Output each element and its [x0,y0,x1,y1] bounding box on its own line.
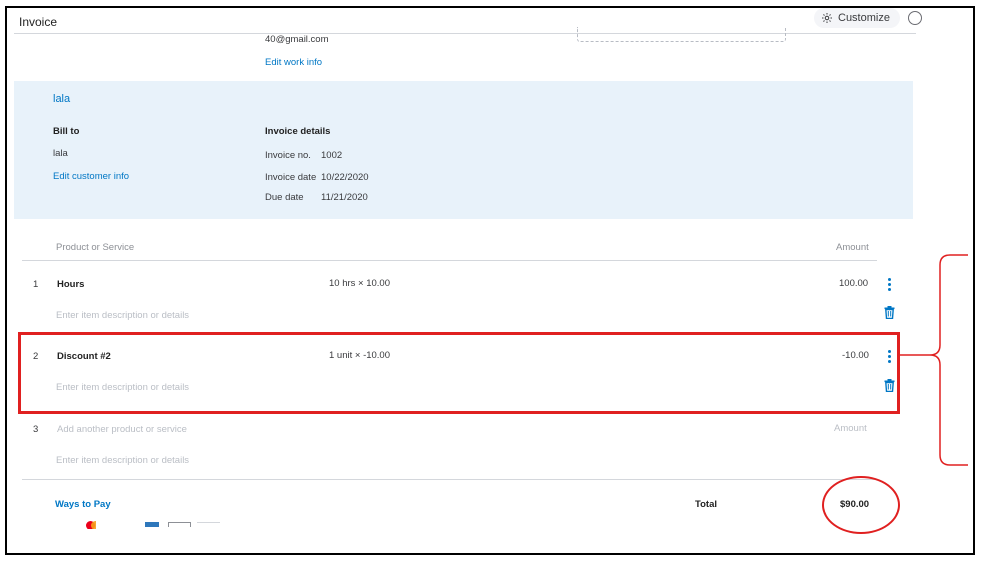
customize-label: Customize [838,12,890,24]
column-header-product: Product or Service [56,242,135,253]
gear-icon [822,13,832,23]
bill-to-name: lala [53,148,68,159]
customer-name[interactable]: lala [53,93,70,105]
item-description-input[interactable]: Enter item description or details [56,310,189,321]
invoice-no-label: Invoice no. [265,150,311,161]
bill-to-heading: Bill to [53,126,80,137]
table-bottom-divider [22,479,877,480]
curly-brace-annotation [900,254,968,466]
invoice-details-heading: Invoice details [265,126,331,137]
row-number: 3 [33,424,39,435]
add-product-input[interactable]: Add another product or service [57,424,187,435]
table-header-divider [22,260,877,261]
more-options-icon[interactable] [888,278,891,293]
edit-work-info-link[interactable]: Edit work info [265,57,322,68]
invoice-date-value[interactable]: 10/22/2020 [321,172,369,183]
customize-button[interactable]: Customize [814,8,900,28]
ways-to-pay-link[interactable]: Ways to Pay [55,499,111,510]
invoice-date-label: Invoice date [265,172,317,183]
due-date-label: Due date [265,192,304,203]
invoice-no-value[interactable]: 1002 [321,150,342,161]
amex-icon [145,522,159,527]
item-qty-rate[interactable]: 10 hrs × 10.00 [329,278,390,289]
due-date-value[interactable]: 11/21/2020 [321,192,368,203]
edit-customer-info-link[interactable]: Edit customer info [53,171,129,182]
bank-icon [197,522,220,528]
item-amount[interactable]: 100.00 [839,278,868,289]
customer-panel [14,81,913,219]
page-title: Invoice [19,15,58,29]
total-label: Total [695,499,717,510]
highlight-circle [822,476,900,534]
item-name[interactable]: Hours [57,279,84,290]
mastercard-icon [86,521,96,529]
logo-dropzone[interactable] [577,27,786,42]
column-header-amount: Amount [836,242,869,253]
highlight-rectangle [18,332,900,414]
item-description-input[interactable]: Enter item description or details [56,455,189,466]
help-icon[interactable] [908,11,922,25]
company-email: 40@gmail.com [265,34,329,45]
card-icon [168,522,191,527]
row-number: 1 [33,279,39,290]
new-amount-input[interactable]: Amount [834,423,867,434]
trash-icon[interactable] [884,306,895,319]
